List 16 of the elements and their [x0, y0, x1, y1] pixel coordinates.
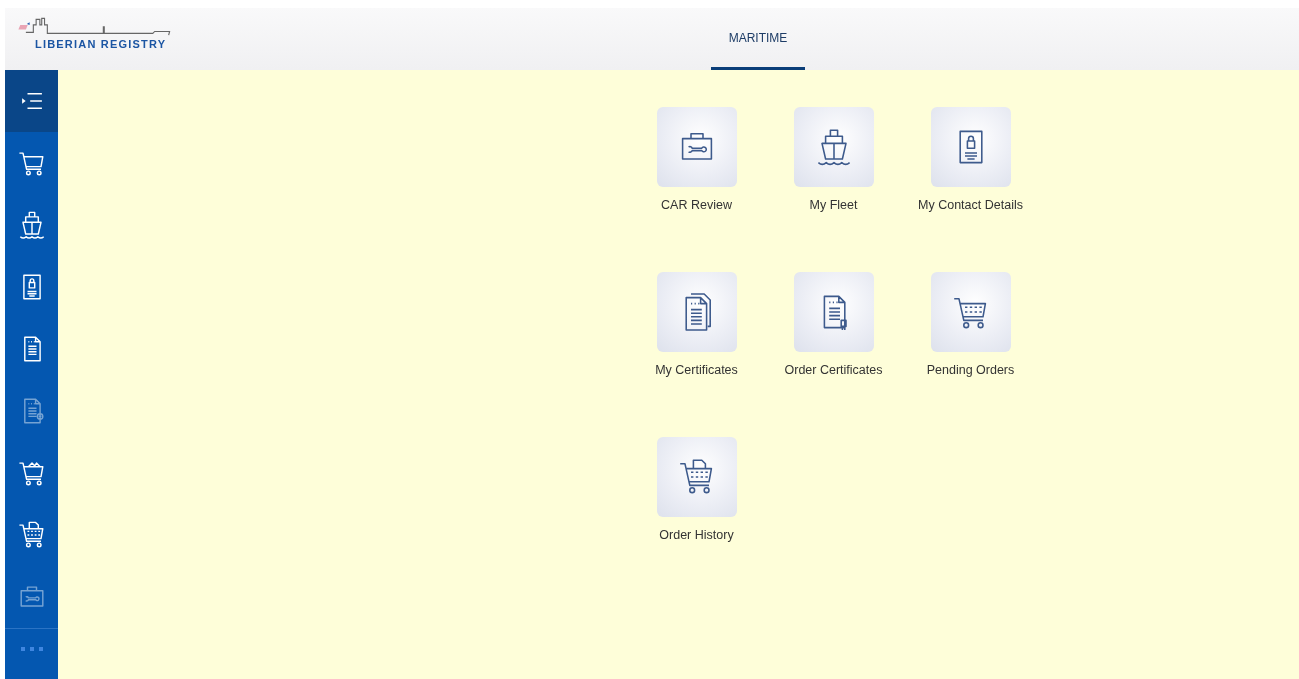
tile-button[interactable] [656, 272, 737, 352]
tile-button[interactable] [793, 272, 874, 352]
tile-label[interactable]: My Certificates [655, 363, 738, 413]
tile-label[interactable]: Order Certificates [784, 363, 883, 413]
tile-button[interactable] [656, 107, 737, 187]
tile-button[interactable] [656, 437, 737, 517]
tile-button[interactable] [793, 107, 874, 187]
tile-button[interactable] [930, 272, 1011, 352]
tile-label[interactable]: Order History [659, 528, 734, 578]
logo-text: LIBERIAN REGISTRY [35, 38, 168, 50]
tile-button[interactable] [930, 107, 1011, 187]
tile-label[interactable]: My Contact Details [918, 198, 1023, 248]
tile-label[interactable]: Pending Orders [926, 363, 1015, 413]
tile-label[interactable]: My Fleet [809, 198, 858, 248]
sidebar-button[interactable] [5, 70, 58, 132]
tile-label[interactable]: CAR Review [661, 198, 732, 248]
